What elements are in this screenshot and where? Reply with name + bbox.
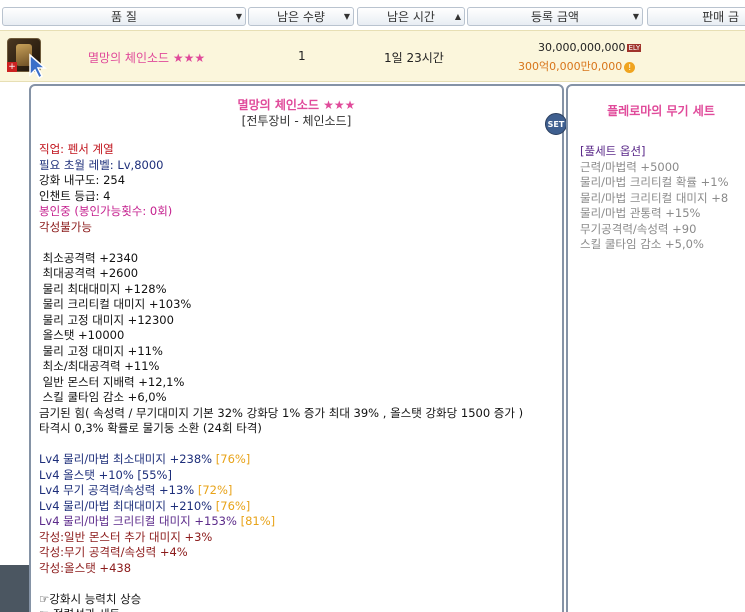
table-row[interactable]: + 멸망의 체인소드 ★★★ 1 1일 23시간 30,000,000,000 E…: [0, 30, 745, 82]
tooltip-option-line: Lv4 물리/마법 최소대미지 +238% [76%]: [39, 452, 251, 466]
tooltip-stat-line: 최소/최대공격력 +11%: [39, 359, 160, 373]
tooltip-footer-line: [39, 576, 523, 592]
item-price-korean: 300억0,000만0,000!: [518, 58, 636, 74]
tooltip-stat-line: [39, 235, 523, 251]
set-badge-icon: SET: [545, 113, 567, 135]
gold-coin-icon: !: [624, 61, 636, 73]
tooltip-stat-line: 물리 고정 대미지 +12300: [39, 312, 174, 327]
tooltip-stat-line: 직업: 펜서 계열: [39, 142, 114, 156]
set-option-line: 근력/마법력 +5000: [580, 159, 680, 174]
sort-down-icon: ▼: [235, 12, 242, 21]
col-seller-label: 판매 금: [702, 10, 739, 24]
tooltip-option-line: Lv4 물리/마법 크리티컬 대미지 +153% [81%]: [39, 514, 276, 528]
plus-icon: +: [7, 62, 17, 72]
tooltip-stat-line: 각성불가능: [39, 219, 92, 234]
tooltip-stat-line: 필요 초월 레벨: Lv,8000: [39, 157, 164, 172]
set-option-line: 물리/마법 크리티컬 확률 +1%: [580, 175, 729, 189]
item-remaining-time: 1일 23시간: [384, 51, 444, 65]
table-header: 품 질 ▼ 남은 수량 ▼ 남은 시간 ▲ 등록 금액 ▼ 판매 금: [0, 0, 745, 30]
sort-down-icon: ▼: [343, 12, 350, 21]
tooltip-awaken-line: 각성:올스탯 +438: [39, 560, 132, 575]
set-option-line: 무기공격력/속성력 +90: [580, 221, 697, 236]
col-seller-header[interactable]: 판매 금: [647, 7, 745, 26]
tooltip-stat-line: 물리 최대대미지 +128%: [39, 281, 167, 296]
item-quantity: 1: [298, 49, 306, 63]
sort-up-icon: ▲: [454, 12, 461, 21]
set-option-line: [풀세트 옵션]: [580, 144, 646, 158]
tooltip-option-line: Lv4 올스탯 +10% [55%]: [39, 467, 172, 482]
tooltip-stat-line: 인챈트 등급: 4: [39, 188, 111, 203]
col-price-header[interactable]: 등록 금액 ▼: [467, 7, 643, 26]
set-option-line: 물리/마법 관통력 +15%: [580, 206, 701, 220]
tooltip-stat-line: 물리 고정 대미지 +11%: [39, 343, 163, 358]
tooltip-stat-line: 올스탯 +10000: [39, 328, 125, 342]
item-price: 30,000,000,000 ELY: [538, 41, 642, 54]
tooltip-stats: 직업: 펜서 계열 필요 초월 레벨: Lv,8000 강화 내구도: 254 인챈트…: [39, 142, 523, 612]
item-tooltip: 멸망의 체인소드 ★★★ [전투장비 - 체인소드] 직업: 펜서 계열 필요 초…: [29, 84, 564, 612]
background-strip: [0, 565, 30, 612]
tooltip-stat-line: 일반 몬스터 지배력 +12,1%: [39, 374, 185, 389]
col-time-label: 남은 시간: [387, 10, 435, 24]
col-qty-header[interactable]: 남은 수량 ▼: [248, 7, 354, 26]
set-tooltip-options: [풀세트 옵션] 근력/마법력 +5000 물리/마법 크리티컬 확률 +1% 물리/…: [580, 144, 729, 253]
tooltip-stat-line: 스킬 쿨타임 감소 +6,0%: [39, 390, 167, 404]
cursor-arrow-icon: [29, 53, 48, 79]
tooltip-footer-line: ☞강화시 능력치 상승: [39, 591, 142, 606]
tooltip-stat-line: 봉인중 (봉인가능횟수: 0회): [39, 204, 173, 218]
col-time-header[interactable]: 남은 시간 ▲: [357, 7, 465, 26]
tooltip-awaken-line: 각성:무기 공격력/속성력 +4%: [39, 545, 188, 559]
currency-tag: ELY: [627, 44, 642, 52]
tooltip-option-line: Lv4 무기 공격력/속성력 +13% [72%]: [39, 483, 233, 497]
col-grade-label: 품 질: [111, 10, 137, 24]
tooltip-stat-line: 최대공격력 +2600: [39, 266, 139, 280]
price-value: 30,000,000,000: [538, 41, 626, 54]
tooltip-title: 멸망의 체인소드 ★★★: [237, 98, 356, 112]
tooltip-stat-line: 금기된 힘( 속성력 / 무기대미지 기본 32% 강화당 1% 증가 최대 3…: [39, 405, 524, 420]
tooltip-subtitle: [전투장비 - 체인소드]: [241, 114, 352, 128]
item-name[interactable]: 멸망의 체인소드 ★★★: [88, 49, 205, 66]
tooltip-stat-line: 강화 내구도: 254: [39, 173, 126, 187]
tooltip-stat-line: [39, 437, 523, 453]
tooltip-stat-line: 물리 크리티컬 대미지 +103%: [39, 297, 192, 311]
col-price-label: 등록 금액: [531, 10, 579, 24]
tooltip-stat-line: 타격시 0,3% 확률로 물기둥 소환 (24회 타격): [39, 421, 262, 435]
sort-down-icon: ▼: [632, 12, 639, 21]
col-qty-label: 남은 수량: [277, 10, 325, 24]
set-tooltip: 플레로마의 무기 세트 [풀세트 옵션] 근력/마법력 +5000 물리/마법 크리…: [566, 84, 745, 612]
col-grade-header[interactable]: 품 질 ▼: [2, 7, 246, 26]
tooltip-footer-line: ☞ 정령석과 세트: [39, 607, 523, 612]
set-tooltip-title: 플레로마의 무기 세트: [607, 104, 715, 118]
tooltip-awaken-line: 각성:일반 몬스터 추가 대미지 +3%: [39, 529, 213, 544]
set-option-line: 스킬 쿨타임 감소 +5,0%: [580, 237, 704, 251]
price-korean-value: 300억0,000만0,000: [518, 60, 623, 73]
tooltip-stat-line: 최소공격력 +2340: [39, 250, 139, 265]
set-option-line: 물리/마법 크리티컬 대미지 +8: [580, 190, 729, 205]
tooltip-option-line: Lv4 물리/마법 최대대미지 +210% [76%]: [39, 498, 251, 513]
